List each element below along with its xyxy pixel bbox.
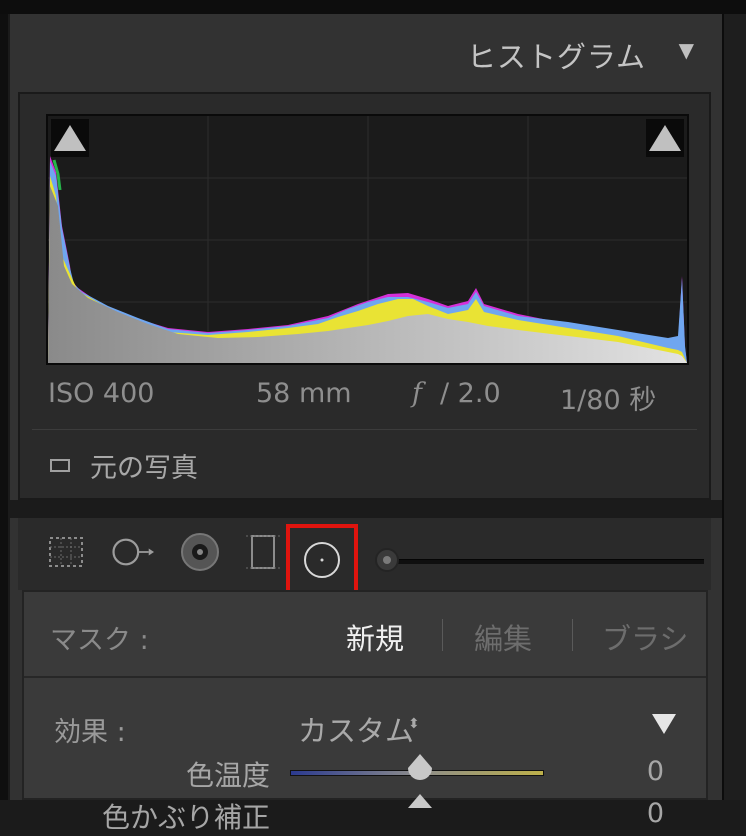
crop-overlay-tool[interactable] xyxy=(44,530,88,574)
highlight-clipping-toggle[interactable] xyxy=(646,119,684,157)
mask-label: マスク : xyxy=(50,625,149,656)
mode-separator xyxy=(442,619,443,651)
histogram-svg xyxy=(48,116,687,363)
tint-label: 色かぶり補正 xyxy=(101,801,270,834)
graduated-filter-tool[interactable] xyxy=(242,530,286,574)
mask-mode-row: マスク : 新規 編集 ブラシ xyxy=(24,592,706,678)
temperature-label: 色温度 xyxy=(185,759,270,792)
exif-shutter: 1/80 秒 xyxy=(560,385,657,416)
histogram-title: ヒストグラム xyxy=(466,40,646,74)
spot-removal-tool[interactable] xyxy=(110,530,154,574)
checkbox-icon[interactable] xyxy=(50,459,70,472)
updown-arrows-icon[interactable]: ⬍ xyxy=(408,716,420,732)
collapse-triangle-icon[interactable]: ▼ xyxy=(679,38,694,62)
temperature-value[interactable]: 0 xyxy=(624,756,664,787)
exif-info: ISO 400 58 mm f / 2.0 1/80 秒 xyxy=(20,378,709,418)
tool-size-slider-knob[interactable] xyxy=(375,548,399,572)
mask-mode-new[interactable]: 新規 xyxy=(346,616,404,658)
temperature-slider-knob-body[interactable] xyxy=(408,768,432,780)
triangle-up-icon xyxy=(54,125,86,151)
exif-aperture: / 2.0 xyxy=(440,378,501,409)
spot-removal-icon xyxy=(112,538,154,566)
exif-iso: ISO 400 xyxy=(48,378,155,409)
radial-filter-icon xyxy=(304,542,340,578)
mask-panel: マスク : 新規 編集 ブラシ 効果 : カスタム ⬍ 色温度 0 色かぶり補正… xyxy=(22,590,708,834)
window-top-bar xyxy=(0,0,746,14)
panel-scrollbar[interactable] xyxy=(722,14,746,800)
histogram-header[interactable]: ヒストグラム ▼ xyxy=(10,14,722,92)
mask-mode-brush[interactable]: ブラシ xyxy=(602,616,688,658)
red-eye-icon xyxy=(181,533,219,571)
effect-preset-dropdown[interactable]: カスタム xyxy=(298,708,414,750)
shadow-clipping-toggle[interactable] xyxy=(51,119,89,157)
histogram-box: ISO 400 58 mm f / 2.0 1/80 秒 元の写真 xyxy=(18,92,711,500)
develop-right-panel: ヒストグラム ▼ ISO 400 58 mm f / 2.0 1/80 秒 元の… xyxy=(10,14,722,834)
original-photo-checkbox[interactable]: 元の写真 xyxy=(50,446,198,485)
original-photo-label: 元の写真 xyxy=(90,453,198,484)
tool-strip xyxy=(18,518,711,596)
divider xyxy=(32,429,697,430)
radial-filter-tool[interactable] xyxy=(286,524,358,596)
effect-label: 効果 : xyxy=(54,717,126,748)
red-eye-tool[interactable] xyxy=(178,530,222,574)
temperature-slider-knob[interactable] xyxy=(408,754,432,768)
left-edge xyxy=(0,14,8,800)
crop-icon xyxy=(49,537,83,567)
exif-f-symbol: f xyxy=(412,378,422,409)
tint-slider-knob[interactable] xyxy=(408,794,432,808)
histogram-graph[interactable] xyxy=(46,114,689,365)
tint-value[interactable]: 0 xyxy=(624,798,664,829)
mask-mode-edit[interactable]: 編集 xyxy=(474,616,532,658)
tool-size-slider-track[interactable] xyxy=(378,559,704,564)
panel-divider xyxy=(10,500,722,518)
triangle-up-icon xyxy=(649,125,681,151)
graduated-filter-icon xyxy=(246,535,282,569)
mode-separator xyxy=(572,619,573,651)
exif-focal-length: 58 mm xyxy=(256,378,352,409)
effect-collapse-triangle-icon[interactable] xyxy=(652,714,676,734)
